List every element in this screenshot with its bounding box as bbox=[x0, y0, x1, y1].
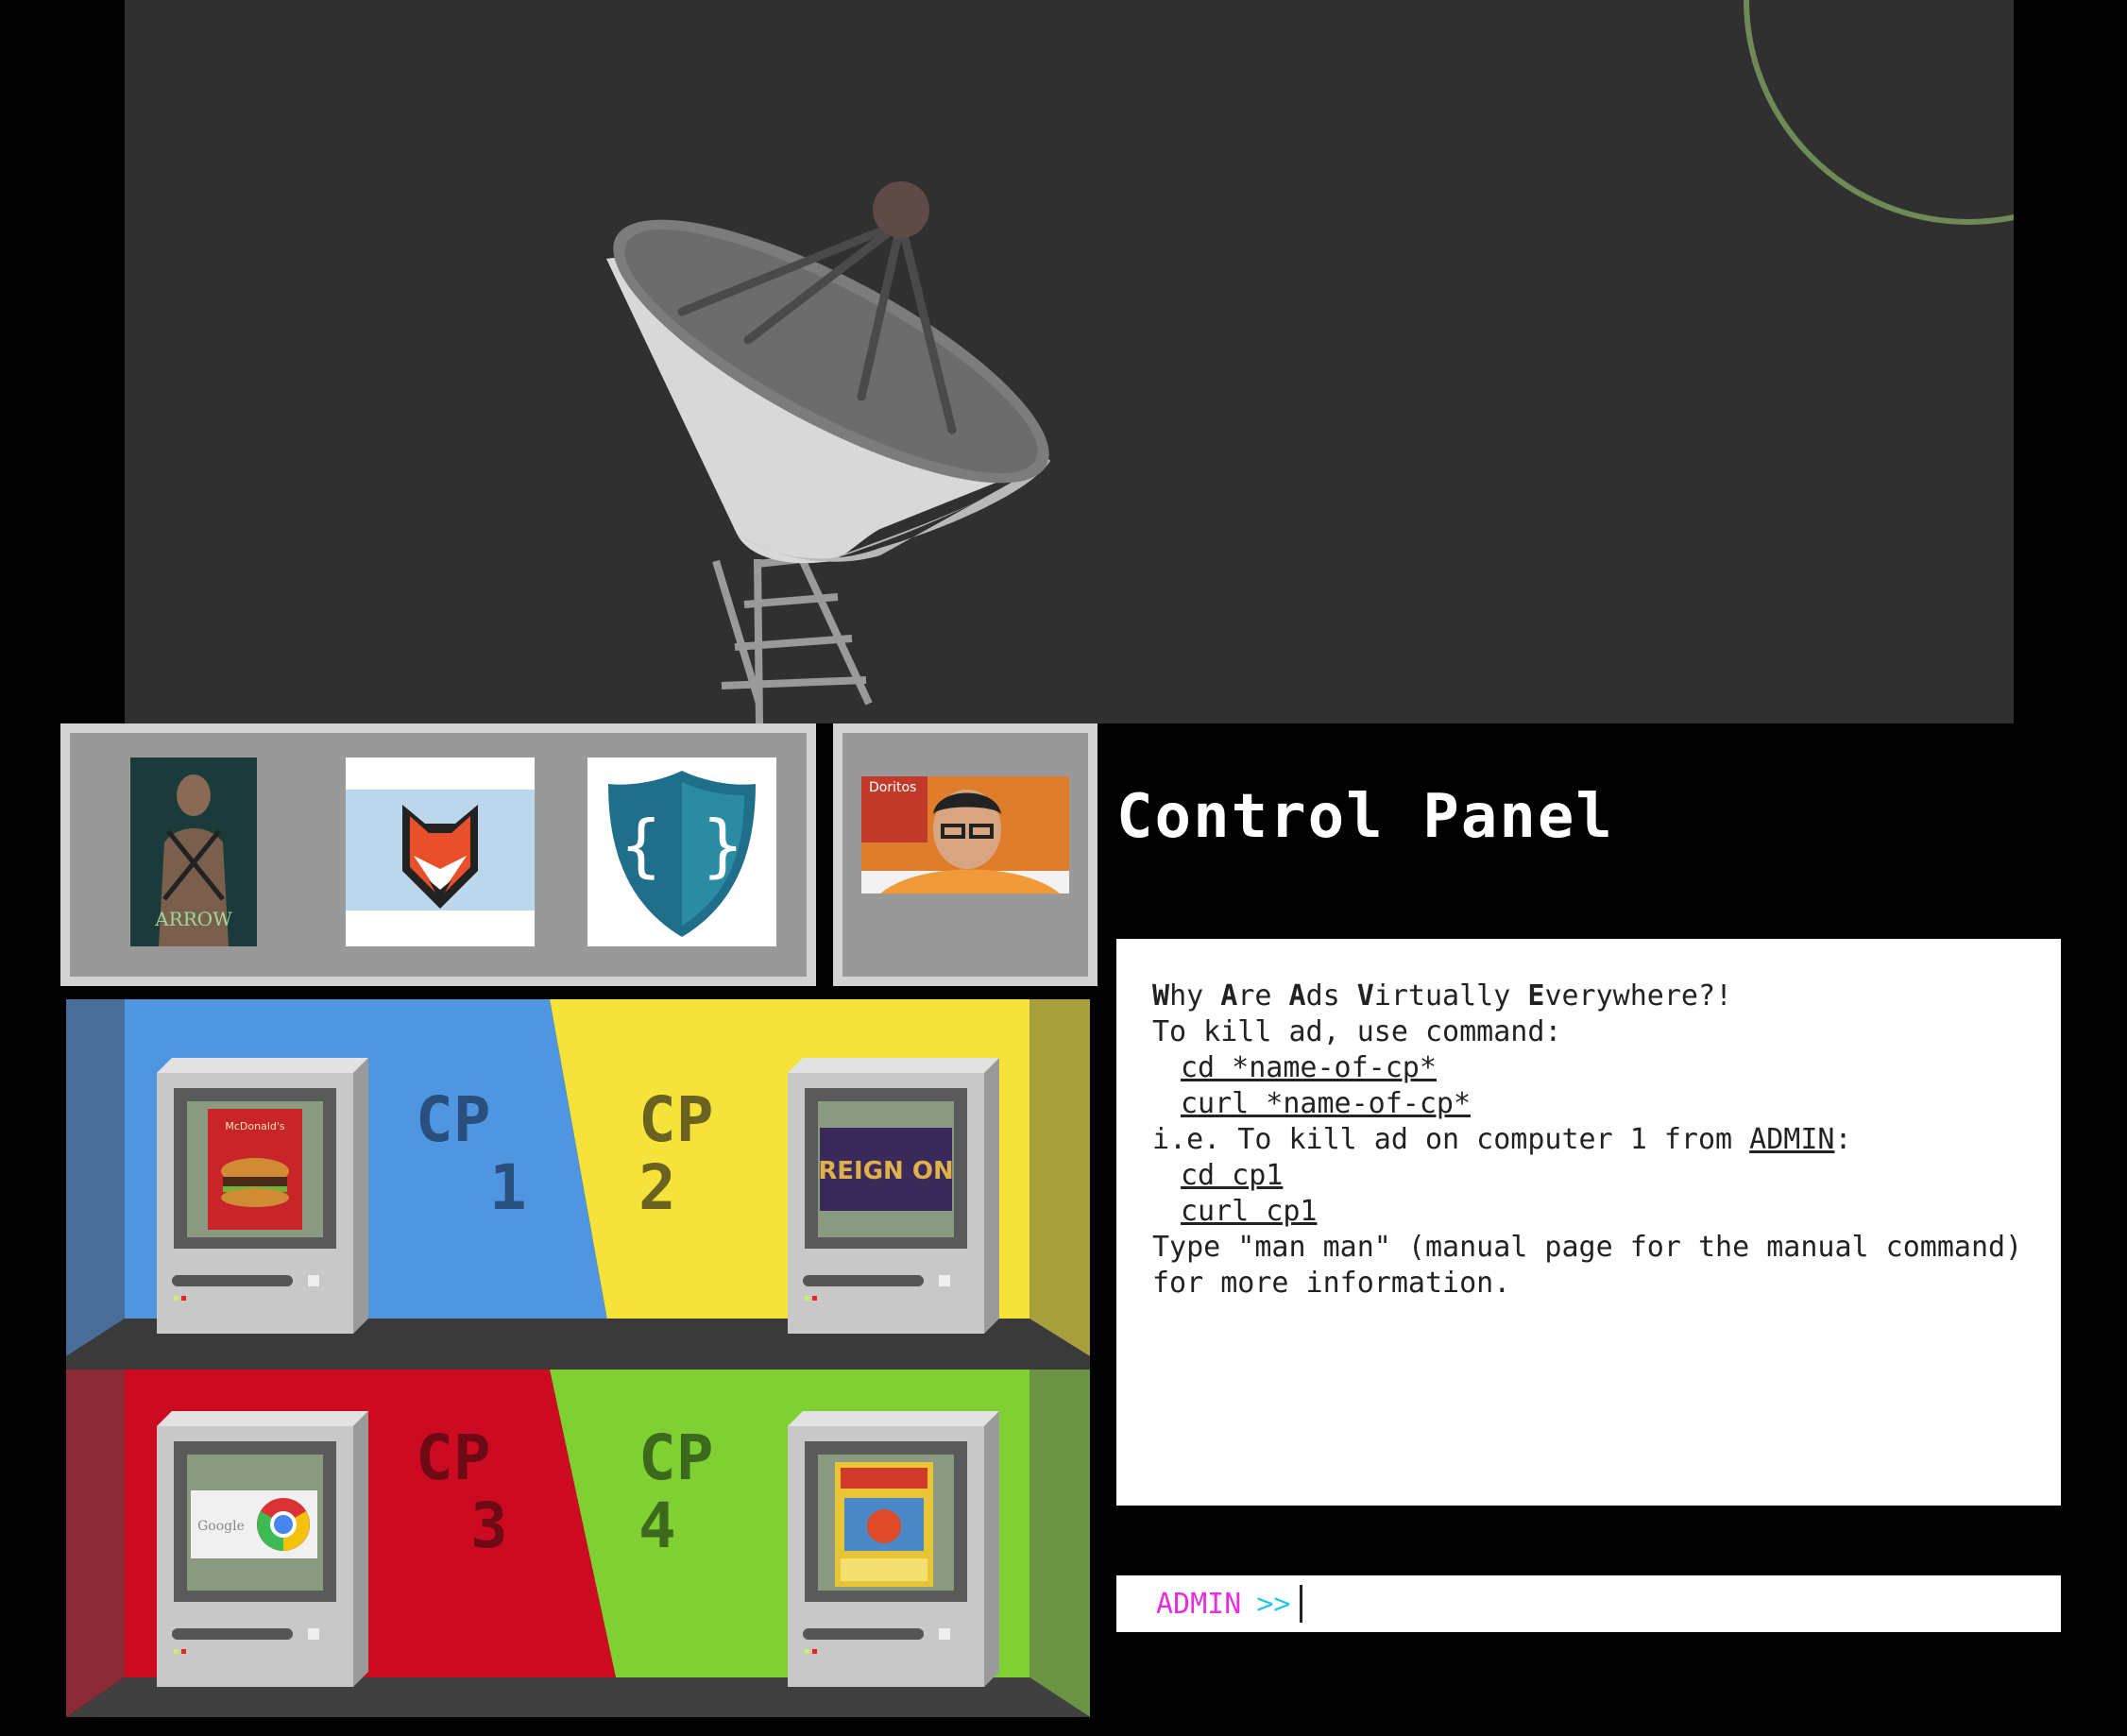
computer-cp4[interactable] bbox=[788, 1411, 999, 1687]
room-number-cp1: 1 bbox=[489, 1151, 527, 1224]
acronym-line: Why Are Ads Virtually Everywhere?! bbox=[1152, 979, 1733, 1013]
room-number-cp4: 4 bbox=[638, 1489, 676, 1562]
computer-rooms: CP 1 CP 2 CP 3 CP 4 McDonald's REIGN ON … bbox=[66, 999, 1090, 1717]
ad-text: ARROW bbox=[154, 908, 232, 930]
ad-text: { } bbox=[621, 806, 743, 885]
command-prompt[interactable]: ADMIN >> bbox=[1116, 1575, 2061, 1632]
cmd-cd-example[interactable]: cd cp1 bbox=[1181, 1159, 1283, 1192]
control-panel-title: Control Panel bbox=[1116, 782, 1614, 852]
computer-cp1[interactable]: McDonald's bbox=[157, 1058, 368, 1334]
cmd-curl-example[interactable]: curl cp1 bbox=[1181, 1195, 1318, 1228]
scene-background bbox=[125, 0, 2014, 723]
computer-cp3[interactable]: Google bbox=[157, 1411, 368, 1687]
man-line: Type "man man" (manual page for the manu… bbox=[1152, 1231, 2023, 1264]
ad-thumbnail-arrow[interactable]: ARROW bbox=[130, 757, 257, 946]
room-label-cp2: CP bbox=[638, 1083, 713, 1156]
ad-thumbnail-code-shield[interactable]: { } bbox=[587, 757, 776, 946]
moon-arc bbox=[1744, 0, 2014, 225]
ad-tray: ARROW { } bbox=[60, 723, 816, 986]
ad-text: Doritos bbox=[869, 780, 916, 795]
cmd-curl-template[interactable]: curl *name-of-cp* bbox=[1181, 1087, 1471, 1120]
man-line-2: for more information. bbox=[1152, 1267, 1511, 1300]
ad-thumbnail-doritos[interactable]: Doritos bbox=[861, 776, 1069, 894]
example-line: i.e. To kill ad on computer 1 from ADMIN… bbox=[1152, 1123, 1852, 1156]
usage-line: To kill ad, use command: bbox=[1152, 1015, 1562, 1048]
prompt-user: ADMIN bbox=[1156, 1587, 1242, 1621]
terminal-output: Why Are Ads Virtually Everywhere?! To ki… bbox=[1116, 939, 2061, 1506]
cmd-cd-template[interactable]: cd *name-of-cp* bbox=[1181, 1051, 1437, 1084]
ad-thumbnail-fox[interactable] bbox=[346, 757, 535, 946]
admin-link[interactable]: ADMIN bbox=[1749, 1123, 1834, 1156]
room-number-cp2: 2 bbox=[638, 1151, 676, 1224]
room-label-cp1: CP bbox=[416, 1083, 490, 1156]
ad-text: Google bbox=[197, 1519, 245, 1534]
ad-text: REIGN ON bbox=[818, 1157, 953, 1185]
fox-shield-icon bbox=[346, 790, 535, 911]
code-shield-icon: { } bbox=[608, 771, 756, 937]
command-input[interactable] bbox=[1300, 1585, 2029, 1623]
ad-text: McDonald's bbox=[225, 1120, 285, 1132]
room-number-cp3: 3 bbox=[470, 1489, 508, 1562]
computer-cp2[interactable]: REIGN ON bbox=[788, 1058, 999, 1334]
satellite-scene bbox=[606, 0, 2014, 723]
prompt-arrow: >> bbox=[1256, 1587, 1291, 1621]
room-label-cp4: CP bbox=[638, 1421, 713, 1494]
satellite-dish-icon bbox=[606, 181, 1050, 723]
room-label-cp3: CP bbox=[416, 1421, 490, 1494]
rooms-scene: CP 1 CP 2 CP 3 CP 4 McDonald's REIGN ON … bbox=[66, 999, 1090, 1717]
ad-tray-side: Doritos bbox=[833, 723, 1098, 986]
